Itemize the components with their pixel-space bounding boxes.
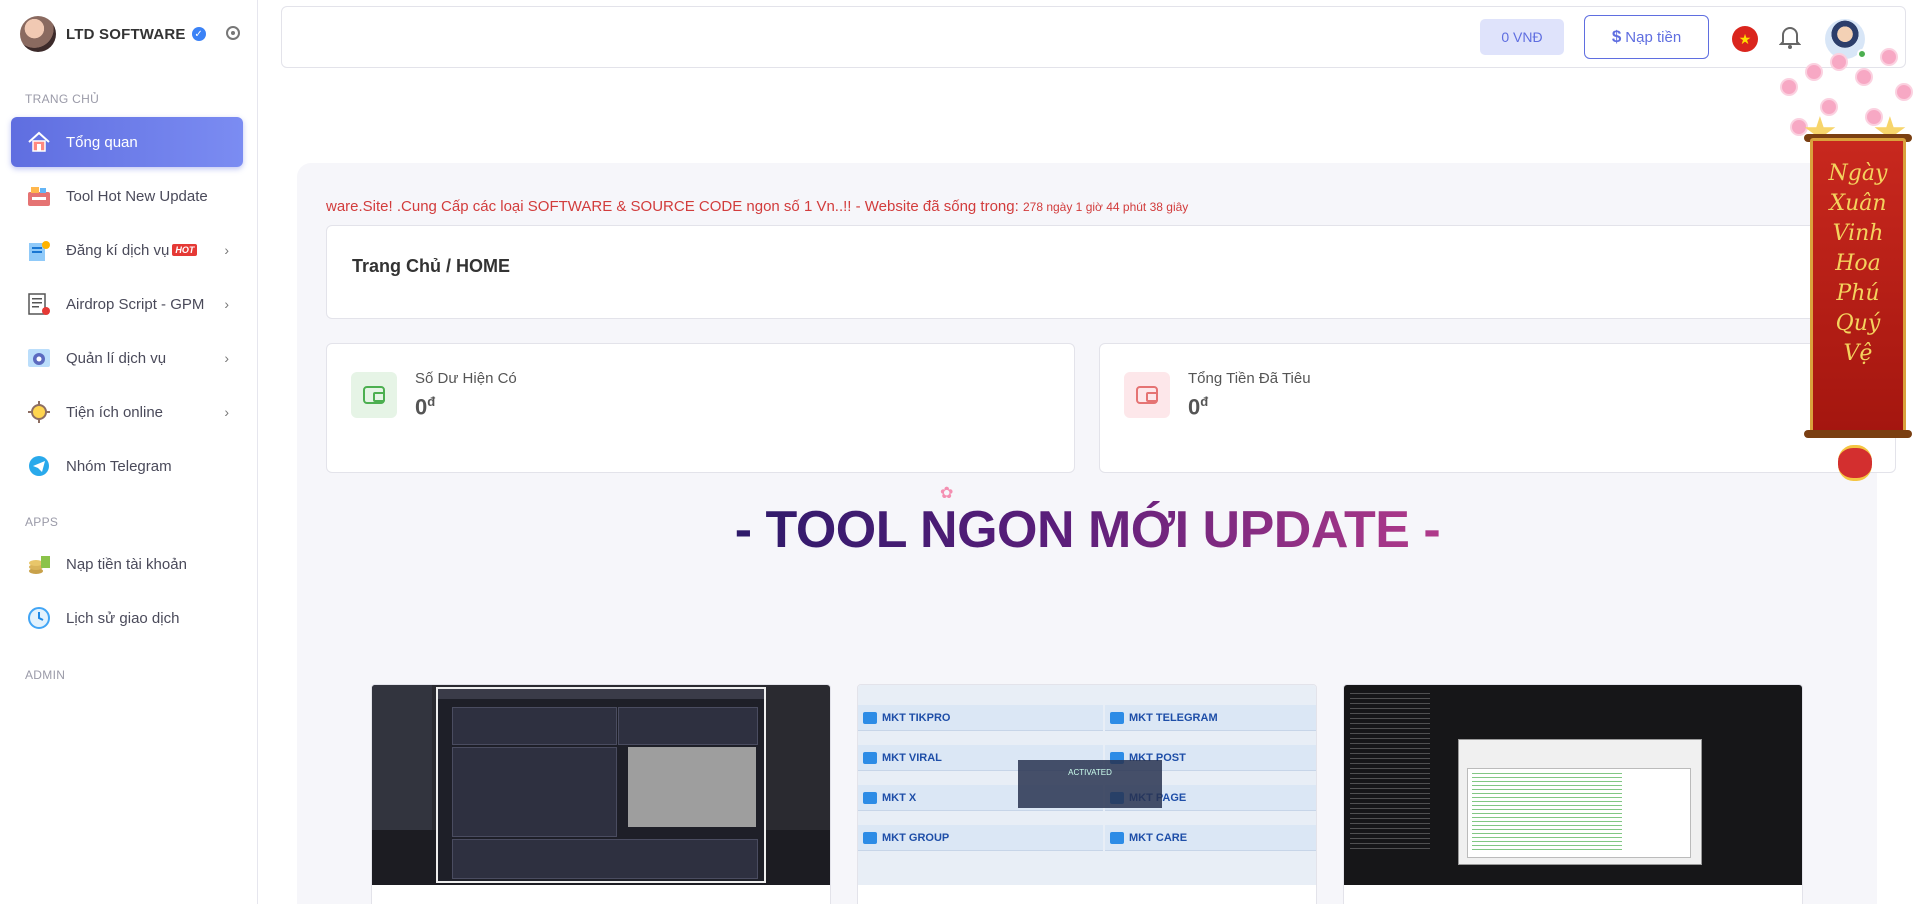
lantern-icon — [1838, 445, 1872, 481]
script-icon — [26, 291, 52, 317]
uptime-counter: 278 ngày 1 giờ 44 phút 38 giây — [1022, 200, 1189, 214]
mkt-label: MKT TELEGRAM — [1105, 705, 1316, 731]
sidebar-item-telegram[interactable]: Nhóm Telegram — [11, 441, 243, 491]
sidebar-item-label: Lịch sử giao dịch — [66, 609, 180, 627]
mkt-label: MKT TIKPRO — [858, 705, 1103, 731]
app-root: LTD SOFTWARE ✓ TRANG CHỦ Tổng quan Tool … — [0, 0, 1917, 904]
manage-icon — [26, 345, 52, 371]
sidebar-item-label: Tiện ích online — [66, 403, 164, 421]
balance-card: Số Dư Hiện Có 0đ — [326, 343, 1075, 473]
product-card[interactable] — [1343, 684, 1803, 904]
brand-name: LTD SOFTWARE — [66, 25, 186, 43]
register-icon — [26, 237, 52, 263]
chevron-right-icon: › — [224, 296, 229, 312]
top-navbar: 0 VNĐ $ Nạp tiền ★ — [281, 6, 1906, 68]
sidebar: LTD SOFTWARE ✓ TRANG CHỦ Tổng quan Tool … — [0, 0, 258, 904]
sidebar-item-label: Nhóm Telegram — [66, 457, 172, 475]
wallet-icon — [1124, 372, 1170, 418]
blossom-icon: ✿ — [940, 485, 954, 502]
announcement-marquee: ware.Site! .Cung Cấp các loại SOFTWARE &… — [326, 198, 1188, 215]
scroll-rod — [1804, 430, 1912, 438]
brand[interactable]: LTD SOFTWARE ✓ — [20, 16, 240, 52]
sidebar-toggle-icon[interactable] — [226, 26, 240, 40]
stat-value: 0đ — [1188, 394, 1209, 420]
balance-badge: 0 VNĐ — [1480, 19, 1564, 55]
stat-value: 0đ — [415, 394, 436, 420]
home-icon — [26, 129, 52, 155]
utility-icon — [26, 399, 52, 425]
product-thumbnail[interactable]: MKT TIKPRO MKT TELEGRAM MKT VIRAL MKT PO… — [858, 685, 1316, 885]
verified-icon: ✓ — [191, 27, 206, 41]
telegram-icon — [26, 453, 52, 479]
chevron-right-icon: › — [224, 350, 229, 366]
dollar-icon: $ — [1611, 27, 1622, 46]
sidebar-item-transaction-history[interactable]: Lịch sử giao dịch — [11, 593, 243, 643]
sidebar-item-register-service[interactable]: Đăng kí dịch vụ HOT › — [11, 225, 243, 275]
product-card[interactable] — [371, 684, 831, 904]
section-label-home: TRANG CHỦ — [25, 92, 100, 106]
sidebar-item-label: Đăng kí dịch vụ — [66, 241, 170, 259]
chevron-right-icon: › — [224, 242, 229, 258]
topup-label: Nạp tiền — [1625, 28, 1682, 46]
sidebar-item-label: Airdrop Script - GPM — [66, 295, 205, 313]
product-card[interactable]: MKT TIKPRO MKT TELEGRAM MKT VIRAL MKT PO… — [857, 684, 1317, 904]
product-thumbnail[interactable] — [1344, 685, 1802, 885]
tool-icon — [26, 183, 52, 209]
stat-label: Số Dư Hiện Có — [415, 370, 517, 387]
sidebar-item-label: Tool Hot New Update — [66, 187, 208, 205]
sidebar-item-manage-service[interactable]: Quản lí dịch vụ › — [11, 333, 243, 383]
stat-label: Tổng Tiền Đã Tiêu — [1188, 370, 1311, 387]
section-label-admin: ADMIN — [25, 668, 66, 682]
greeting-scroll: Ngày Xuân Vinh Hoa Phú Quý Vệ — [1810, 138, 1906, 436]
hot-badge: HOT — [172, 244, 198, 256]
product-thumbnail[interactable] — [372, 685, 830, 885]
sidebar-item-overview[interactable]: Tổng quan — [11, 117, 243, 167]
sidebar-item-label: Tổng quan — [66, 133, 138, 151]
sidebar-item-airdrop-script[interactable]: Airdrop Script - GPM › — [11, 279, 243, 329]
sidebar-item-label: Quản lí dịch vụ — [66, 349, 167, 367]
breadcrumb: Trang Chủ / HOME — [352, 256, 511, 276]
activated-overlay: ACTIVATED — [1018, 760, 1162, 808]
sidebar-item-tool-hot[interactable]: Tool Hot New Update — [11, 171, 243, 221]
section-title: - TOOL NGON MỚI UPDATE - — [734, 501, 1441, 559]
breadcrumb-card: Trang Chủ / HOME — [326, 225, 1896, 319]
mkt-label: MKT GROUP — [858, 825, 1103, 851]
brand-avatar — [20, 16, 56, 52]
tet-decoration: ★ ★ Ngày Xuân Vinh Hoa Phú Quý Vệ — [1752, 20, 1917, 500]
topup-button[interactable]: $ Nạp tiền — [1584, 15, 1709, 59]
wallet-icon — [351, 372, 397, 418]
history-icon — [26, 605, 52, 631]
chevron-right-icon: › — [224, 404, 229, 420]
marquee-text: ware.Site! .Cung Cấp các loại SOFTWARE &… — [326, 198, 1019, 215]
mkt-label: MKT CARE — [1105, 825, 1316, 851]
sidebar-item-online-utility[interactable]: Tiện ích online › — [11, 387, 243, 437]
